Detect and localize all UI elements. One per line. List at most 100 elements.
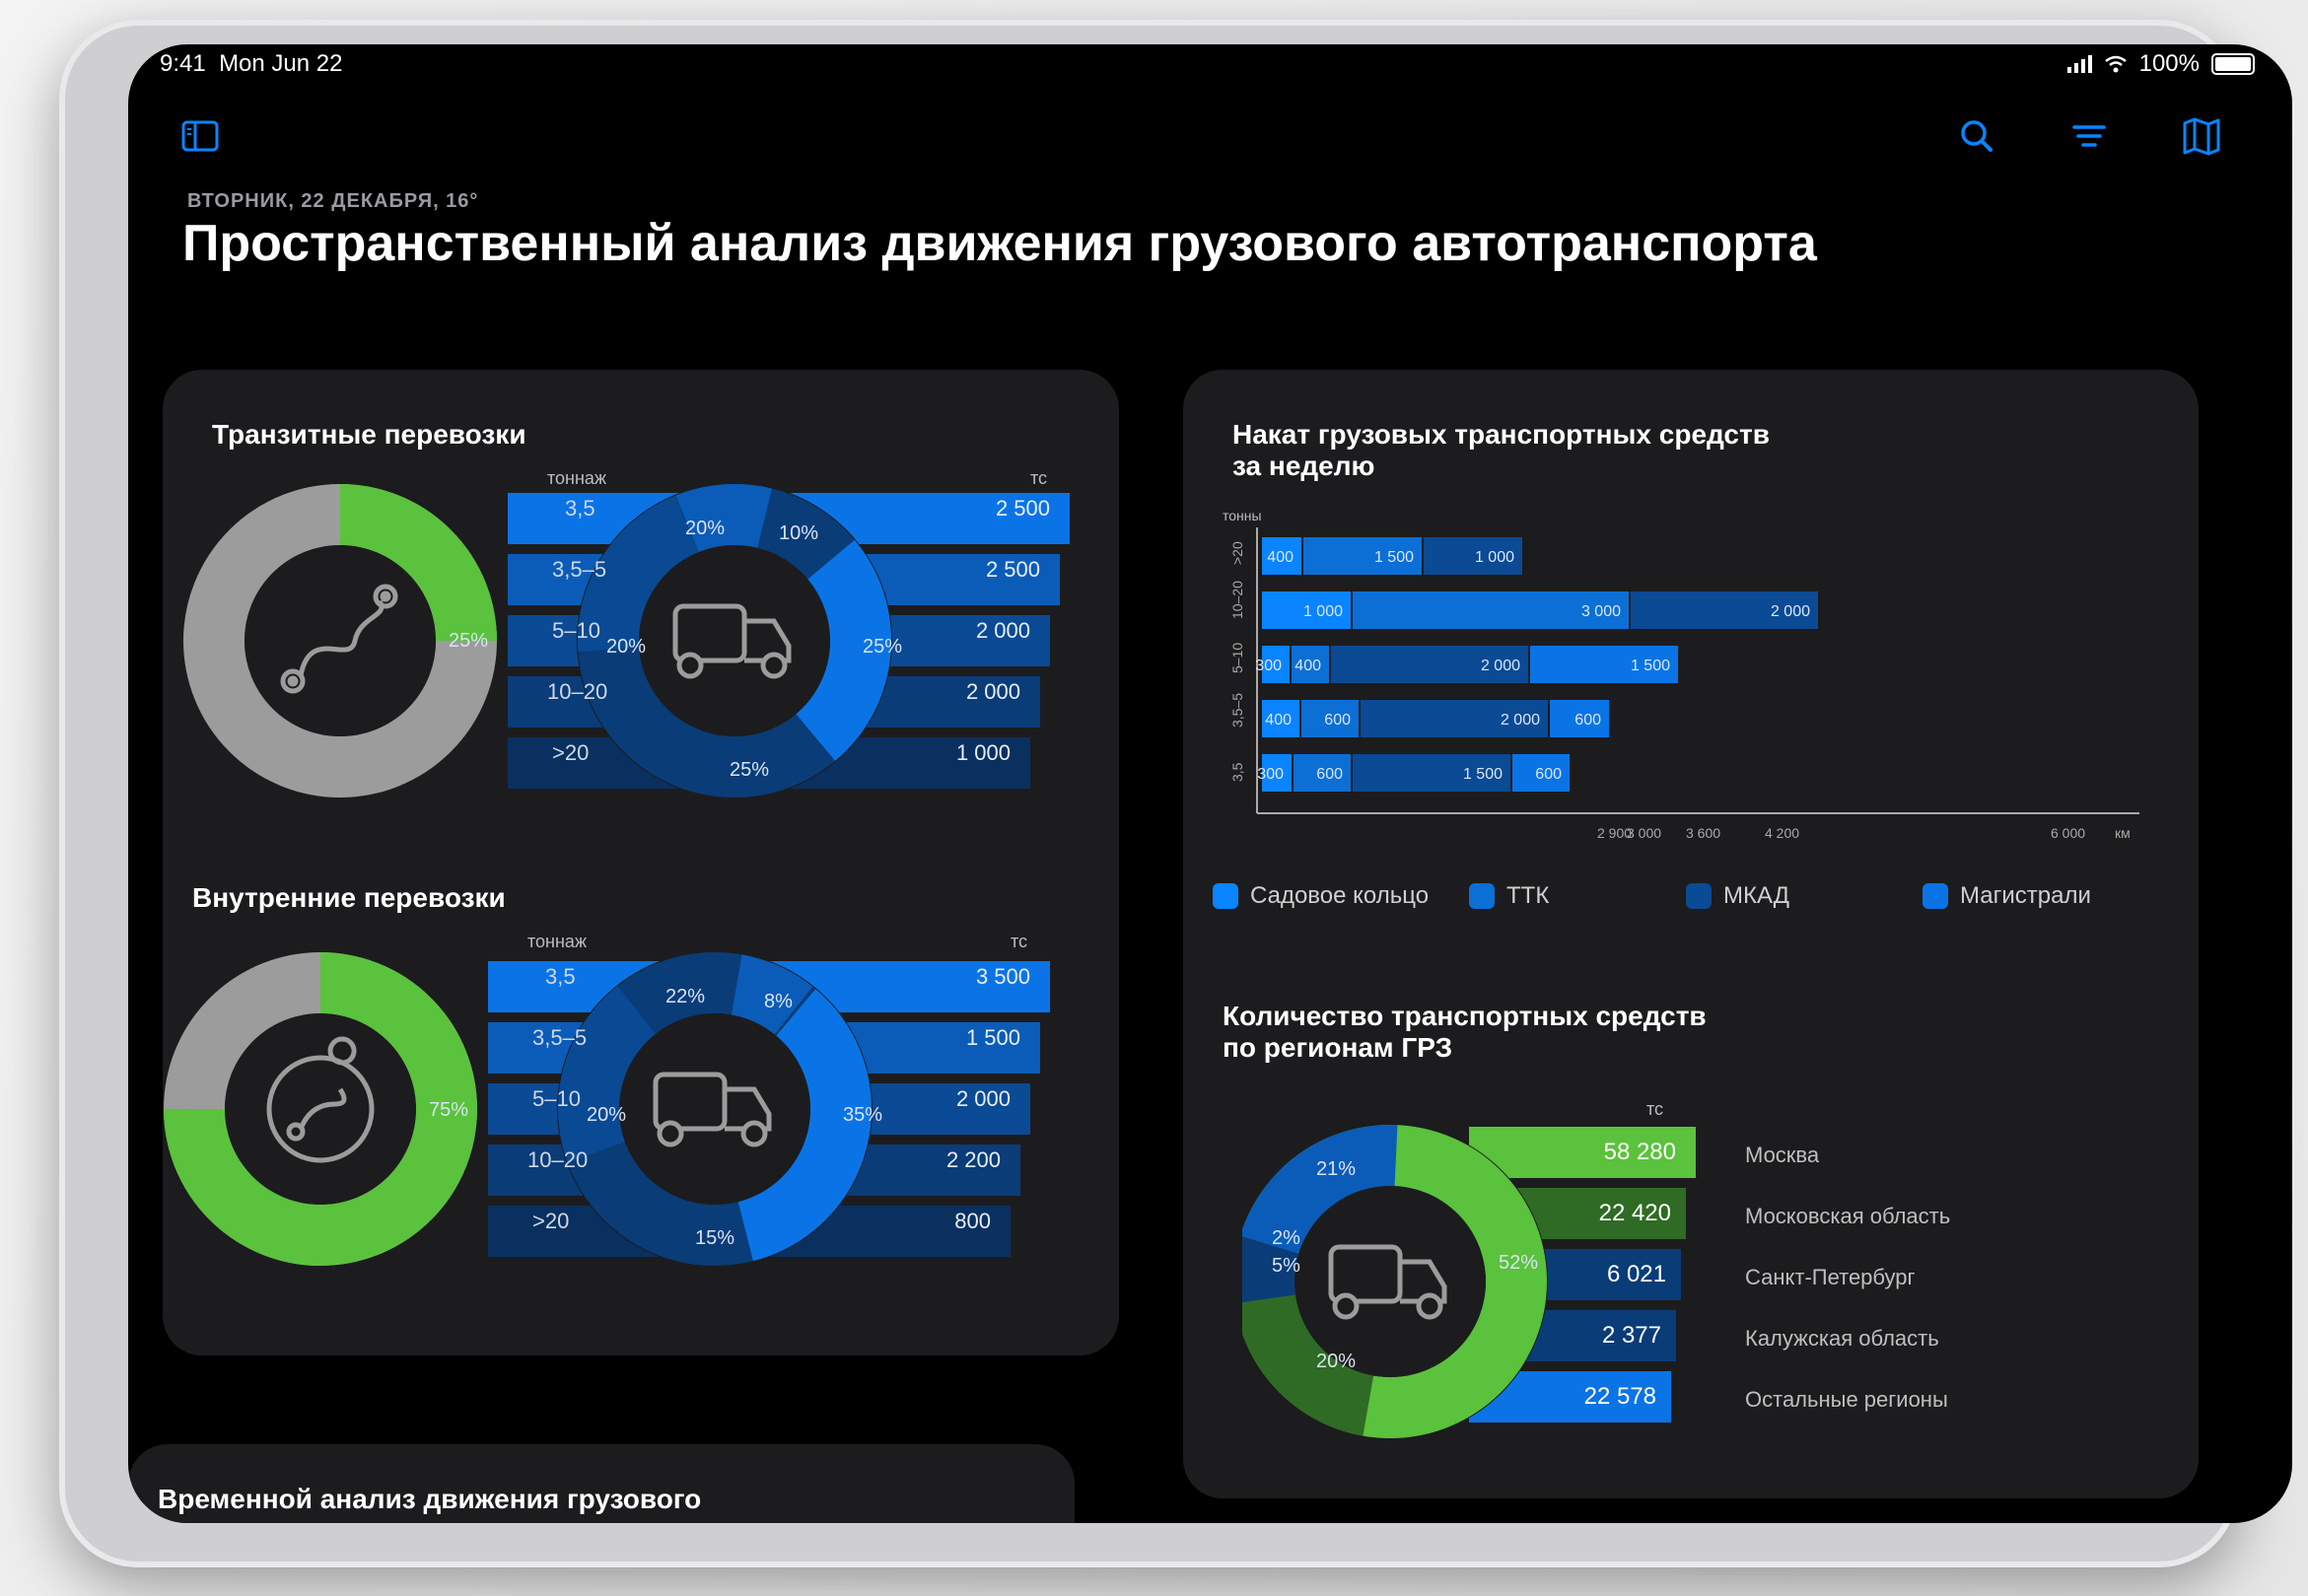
weekly-bar-label: 600 — [1535, 766, 1562, 783]
weekly-bar-label: 600 — [1316, 766, 1343, 783]
transit-title: Транзитные перевозки — [212, 419, 526, 450]
internal-pct: 35% — [843, 1104, 883, 1126]
weekly-y-unit: тонны — [1223, 508, 1262, 523]
internal-pct: 8% — [764, 991, 793, 1012]
internal-band-label: 5–10 — [532, 1086, 581, 1111]
internal-tc-value: 2 000 — [955, 1086, 1011, 1111]
weekly-bar-label: 400 — [1294, 658, 1321, 674]
region-pct: 21% — [1316, 1158, 1357, 1180]
page-title: Пространственный анализ движения грузово… — [182, 215, 1817, 272]
weekly-title: Накат грузовых транспортных средств за не… — [1232, 419, 1770, 481]
transit-pct: 20% — [685, 518, 726, 539]
status-right: 100% — [2066, 50, 2255, 78]
card-transport-types: Транзитные перевозки тоннаж тс 3,5 3,5–5… — [163, 370, 1119, 1355]
weekly-y-label: 10–20 — [1229, 581, 1245, 619]
region-value: 22 578 — [1583, 1383, 1656, 1410]
region-name: Калужская область — [1745, 1326, 1939, 1351]
weekly-x-tick: 3 000 — [1627, 825, 1661, 841]
weekly-bar-label: 2 000 — [1771, 603, 1810, 620]
weekly-bar-label: 1 500 — [1463, 766, 1503, 783]
weekly-bar-label: 400 — [1267, 549, 1294, 566]
legend-item[interactable]: ТТК — [1469, 882, 1549, 910]
weekly-x-tick: 6 000 — [2051, 825, 2085, 841]
internal-tc-value: 2 200 — [945, 1147, 1001, 1172]
weekly-bar-label: 1 000 — [1475, 549, 1514, 566]
wifi-icon — [2104, 55, 2127, 73]
internal-tc-value: 800 — [954, 1209, 991, 1233]
region-value: 58 280 — [1603, 1139, 1676, 1165]
weekly-bar-label: 600 — [1574, 712, 1601, 729]
sidebar-icon[interactable] — [177, 113, 223, 159]
transit-tc-value: 2 500 — [995, 496, 1050, 520]
internal-band-label: 10–20 — [527, 1147, 589, 1172]
screen: 9:41 Mon Jun 22 100% ВТОРНИК, 22 ДЕКАБРЯ… — [128, 44, 2292, 1523]
regions-title: Количество транспортных средств по регион… — [1223, 1001, 1707, 1063]
weekly-bar-label: 1 500 — [1374, 549, 1414, 566]
weekly-y-label: 3,5 — [1229, 762, 1245, 782]
weekly-y-label: 3,5–5 — [1229, 693, 1245, 728]
legend-item[interactable]: Магистрали — [1923, 882, 2091, 910]
weekly-bar-label: 2 000 — [1501, 712, 1540, 729]
map-icon[interactable] — [2179, 113, 2224, 159]
legend-swatch — [1686, 883, 1712, 909]
weekly-bar-label: 2 000 — [1481, 658, 1520, 674]
weekly-bar-label: 600 — [1324, 712, 1351, 729]
battery-icon — [2211, 53, 2255, 75]
region-name: Московская область — [1745, 1204, 1951, 1228]
transit-tc-value: 2 000 — [965, 679, 1020, 704]
header-date: ВТОРНИК, 22 ДЕКАБРЯ, 16° — [187, 190, 479, 212]
weekly-bar-label: 3 000 — [1581, 603, 1621, 620]
transit-band-label: 3,5–5 — [552, 557, 607, 582]
status-time: 9:41 Mon Jun 22 — [160, 50, 343, 77]
transit-tc-value: 1 000 — [955, 740, 1011, 765]
transit-pct: 10% — [779, 522, 819, 544]
region-value: 22 420 — [1598, 1200, 1671, 1226]
status-bar: 9:41 Mon Jun 22 100% — [128, 44, 2292, 84]
transit-tc-value: 2 500 — [985, 557, 1040, 582]
internal-pct: 15% — [695, 1227, 735, 1249]
weekly-chart: 400 1 500 1 000 >20 1 000 3 000 2 000 10–20 300 4… — [1229, 527, 2139, 841]
transit-pct: 20% — [606, 636, 647, 658]
signal-icon — [2066, 55, 2092, 73]
legend-item[interactable]: МКАД — [1686, 882, 1789, 910]
weekly-bar-label: 400 — [1265, 712, 1292, 729]
internal-band-label: 3,5–5 — [532, 1025, 588, 1050]
search-icon[interactable] — [1954, 113, 1999, 159]
weekly-y-label: 5–10 — [1229, 643, 1245, 673]
weekly-bar-label: 1 000 — [1303, 603, 1343, 620]
card-temporal: Временной анализ движения грузовогоавтот… — [128, 1444, 1075, 1523]
temporal-title: Временной анализ движения грузовогоавтот… — [158, 1484, 702, 1523]
region-pct: 5% — [1272, 1255, 1300, 1277]
transit-band-label: 10–20 — [547, 679, 608, 704]
internal-ring-pct: 75% — [429, 1099, 469, 1121]
card-weekly-regions: Накат грузовых транспортных средств за не… — [1183, 370, 2199, 1498]
region-pct: 52% — [1499, 1252, 1539, 1274]
internal-pct: 22% — [665, 986, 706, 1007]
transit-pct: 25% — [863, 636, 903, 658]
region-name: Остальные регионы — [1745, 1387, 1948, 1412]
region-name: Москва — [1745, 1143, 1820, 1167]
internal-tc-value: 3 500 — [975, 964, 1030, 989]
legend-item[interactable]: Садовое кольцо — [1213, 882, 1429, 910]
internal-band-label: >20 — [532, 1209, 570, 1233]
transit-tc-value: 2 000 — [975, 618, 1030, 643]
battery-percent: 100% — [2138, 50, 2200, 77]
region-value: 2 377 — [1601, 1322, 1661, 1349]
legend-swatch — [1923, 883, 1948, 909]
internal-title: Внутренние перевозки — [192, 882, 506, 913]
transit-ring-pct: 25% — [449, 630, 489, 652]
filter-icon[interactable] — [2066, 113, 2112, 159]
weekly-bar-label: 300 — [1255, 658, 1282, 674]
regions-tc-label: тс — [1646, 1099, 1664, 1119]
transit-band-label: 5–10 — [552, 618, 600, 643]
region-value: 6 021 — [1606, 1261, 1666, 1287]
weekly-bar-label: 300 — [1257, 766, 1284, 783]
weekly-x-tick: 4 200 — [1765, 825, 1799, 841]
transit-band-label: >20 — [552, 740, 590, 765]
region-pct: 2% — [1272, 1227, 1300, 1249]
internal-band-label: 3,5 — [545, 964, 576, 989]
weekly-x-tick: 3 600 — [1686, 825, 1720, 841]
legend-swatch — [1213, 883, 1238, 909]
weekly-y-label: >20 — [1229, 541, 1245, 565]
internal-tc-value: 1 500 — [965, 1025, 1020, 1050]
